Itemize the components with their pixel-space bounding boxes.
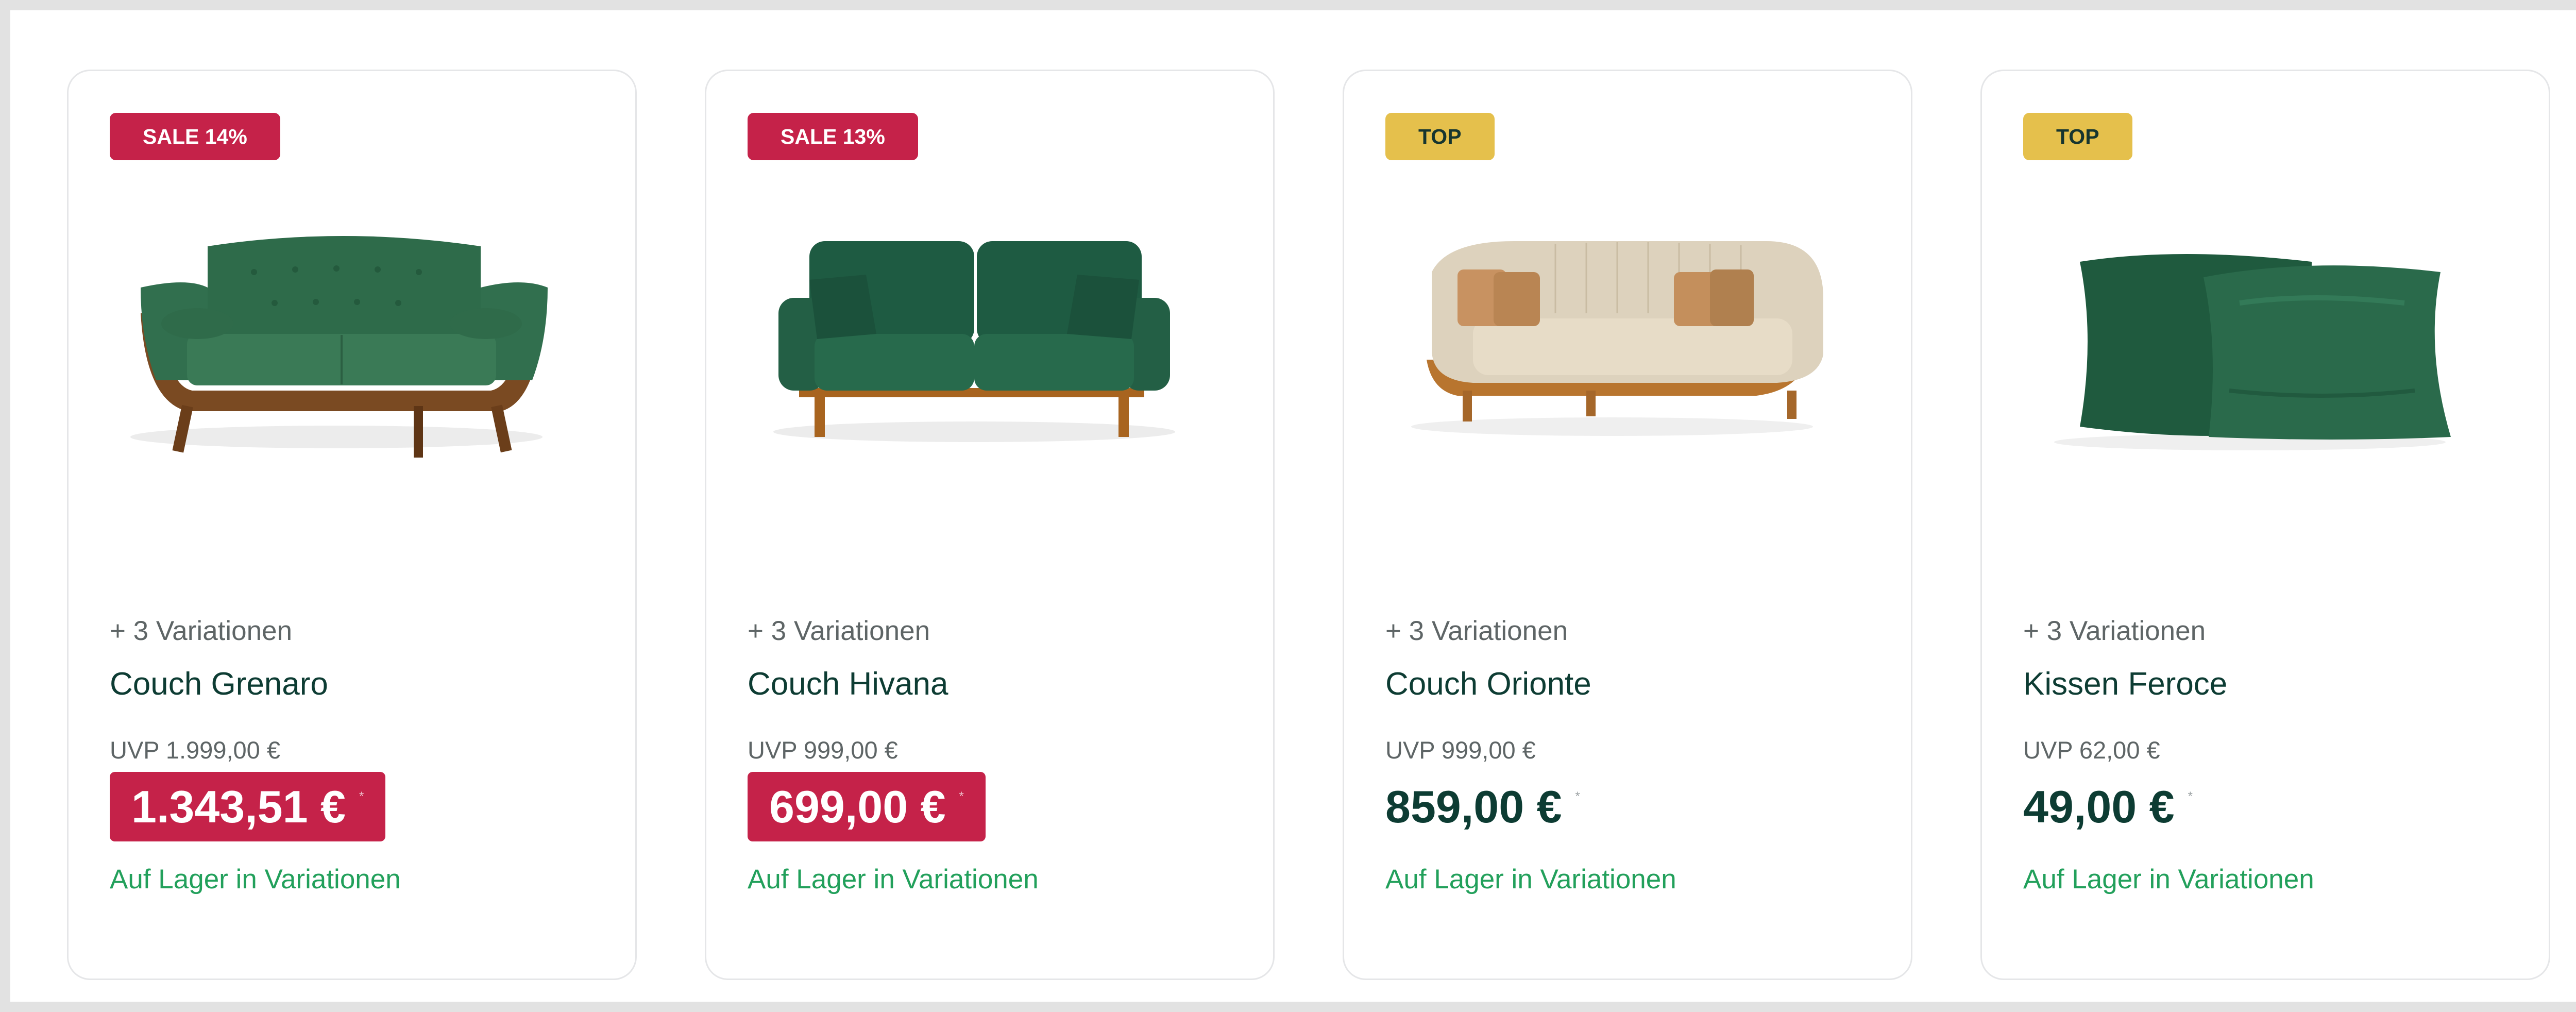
price-box: 49,00 € * <box>2023 772 2193 841</box>
product-image-cream-curved-couch[interactable] <box>1385 184 1834 473</box>
price-footnote-mark: * <box>2188 789 2193 803</box>
product-image-green-velvet-couch-with-pillows[interactable] <box>748 184 1196 473</box>
top-badge: TOP <box>1385 113 1495 160</box>
price-row: 859,00 € * <box>1385 772 1580 841</box>
product-name[interactable]: Couch Grenaro <box>110 666 328 702</box>
product-name[interactable]: Couch Hivana <box>748 666 948 702</box>
price-footnote-mark: * <box>1575 789 1580 803</box>
sale-badge: SALE 14% <box>110 113 280 160</box>
product-card[interactable]: SALE 14% + 3 Variationen Couch Grenaro U… <box>67 70 637 980</box>
variations-count: + 3 Variationen <box>748 616 930 646</box>
variations-count: + 3 Variationen <box>110 616 293 646</box>
price-row: 49,00 € * <box>2023 772 2193 841</box>
top-badge: TOP <box>2023 113 2132 160</box>
sale-price-box: 1.343,51 € * <box>110 772 386 841</box>
variations-count: + 3 Variationen <box>1385 616 1568 646</box>
product-card[interactable]: TOP + 3 Variationen Couch Orionte UVP 99… <box>1343 70 1912 980</box>
product-card[interactable]: SALE 13% + 3 Variationen Couch Hivana UV… <box>705 70 1275 980</box>
sale-price-box: 699,00 € * <box>748 772 986 841</box>
product-name[interactable]: Kissen Feroce <box>2023 666 2227 702</box>
stock-status-link[interactable]: Auf Lager in Variationen <box>2023 864 2314 895</box>
price-footnote-mark: * <box>359 789 364 803</box>
price: 1.343,51 € <box>131 781 346 832</box>
uvp-price: UVP 62,00 € <box>2023 736 2160 764</box>
price: 859,00 € <box>1385 781 1562 832</box>
product-card[interactable]: TOP + 3 Variationen Kissen Feroce UVP 62… <box>1980 70 2550 980</box>
stock-status-link[interactable]: Auf Lager in Variationen <box>1385 864 1676 895</box>
uvp-price: UVP 1.999,00 € <box>110 736 280 764</box>
sale-badge: SALE 13% <box>748 113 918 160</box>
price-box: 859,00 € * <box>1385 772 1580 841</box>
price-row: 1.343,51 € * <box>110 772 386 841</box>
stock-status-link[interactable]: Auf Lager in Variationen <box>110 864 401 895</box>
product-name[interactable]: Couch Orionte <box>1385 666 1591 702</box>
variations-count: + 3 Variationen <box>2023 616 2206 646</box>
uvp-price: UVP 999,00 € <box>748 736 898 764</box>
product-image-green-velvet-tufted-couch[interactable] <box>110 184 558 473</box>
price-footnote-mark: * <box>959 789 964 803</box>
price: 699,00 € <box>769 781 946 832</box>
stock-status-link[interactable]: Auf Lager in Variationen <box>748 864 1039 895</box>
price-row: 699,00 € * <box>748 772 986 841</box>
price: 49,00 € <box>2023 781 2175 832</box>
uvp-price: UVP 999,00 € <box>1385 736 1536 764</box>
product-grid: SALE 14% + 3 Variationen Couch Grenaro U… <box>10 10 2576 1002</box>
product-image-green-velvet-cushions[interactable] <box>2023 184 2471 473</box>
